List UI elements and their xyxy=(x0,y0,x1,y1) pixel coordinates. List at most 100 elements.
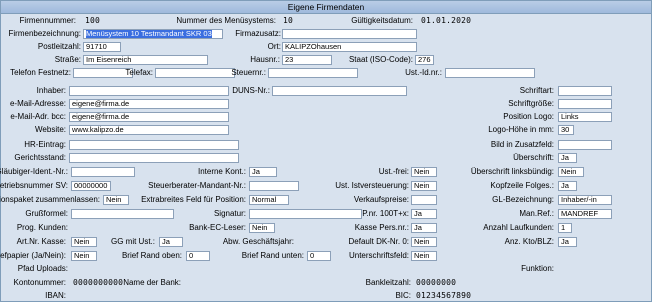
duns-field[interactable] xyxy=(272,86,407,96)
font-field[interactable] xyxy=(558,86,612,96)
gl-title-field[interactable]: Inhaber/-in xyxy=(558,195,612,205)
logo-position-field[interactable]: Links xyxy=(558,112,612,122)
margin-top-label: Brief Rand oben: xyxy=(121,251,182,260)
greeting-field[interactable] xyxy=(71,209,174,219)
house-number-label: Hausnr.: xyxy=(250,55,280,64)
company-data-window: Eigene Firmendaten Firmennummer: 100 Num… xyxy=(0,0,652,302)
hr-entry-field[interactable] xyxy=(69,140,239,150)
country-code-label: Staat (ISO-Code): xyxy=(348,55,413,64)
fax-field[interactable] xyxy=(155,68,235,78)
internal-account-field[interactable]: Ja xyxy=(249,167,277,177)
cash-personnel-field[interactable]: Ja xyxy=(411,223,437,233)
bank-name-label: Name der Bank: xyxy=(123,278,181,287)
man-ref-field[interactable]: MANDREF xyxy=(558,209,612,219)
heading-left-label: Überschrift linksbündig: xyxy=(470,167,554,176)
account-number-label: Kontonummer: xyxy=(13,278,66,287)
fiscal-year-label: Abw. Geschäftsjahr: xyxy=(222,237,294,246)
heading-left-field[interactable]: Nein xyxy=(558,167,584,177)
actual-taxation-field[interactable]: Nein xyxy=(411,181,437,191)
bank-ec-label: Bank-EC-Leser: xyxy=(189,223,246,232)
email-label: e-Mail-Adresse: xyxy=(9,99,66,108)
margin-top-field[interactable]: 0 xyxy=(186,251,210,261)
logo-position-label: Position Logo: xyxy=(503,112,554,121)
postcode-label: Postleitzahl: xyxy=(37,42,81,51)
phone-field[interactable] xyxy=(73,68,133,78)
company-number-sv-label: Betriebsnummer SV: xyxy=(0,181,68,190)
account-count-field[interactable]: Ja xyxy=(558,237,577,247)
margin-bottom-field[interactable]: 0 xyxy=(307,251,331,261)
creditor-id-field[interactable] xyxy=(71,167,135,177)
walk-in-customers-label: Anzahl Laufkunden: xyxy=(483,223,554,232)
email-bcc-field[interactable]: eigene@firma.de xyxy=(69,112,229,122)
creditor-id-label: Gläubiger-Ident.-Nr.: xyxy=(0,167,68,176)
house-number-field[interactable]: 23 xyxy=(282,55,332,65)
bank-ec-field[interactable]: Nein xyxy=(249,223,275,233)
action-package-field[interactable]: Nein xyxy=(103,195,129,205)
logo-height-label: Logo-Höhe in mm: xyxy=(488,125,554,134)
extra-wide-label: Extrabreites Feld für Position: xyxy=(141,195,246,204)
font-size-label: Schriftgröße: xyxy=(508,99,554,108)
company-addition-field[interactable] xyxy=(282,29,417,39)
owner-field[interactable] xyxy=(69,86,229,96)
extra-wide-field[interactable]: Normal xyxy=(249,195,289,205)
walk-in-customers-field[interactable]: 1 xyxy=(558,223,572,233)
website-field[interactable]: www.kalipzo.de xyxy=(69,125,229,135)
gg-vat-field[interactable]: Ja xyxy=(159,237,183,247)
company-name-field[interactable]: Menüsystem 10 Testmandant SKR 03 xyxy=(83,29,223,39)
street-label: Straße: xyxy=(54,55,81,64)
bank-code-label: Bankleitzahl: xyxy=(365,278,411,287)
heading-label: Überschrift: xyxy=(513,153,554,162)
cash-personnel-label: Kasse Pers.nr.: xyxy=(354,223,409,232)
gl-title-label: GL-Bezeichnung: xyxy=(492,195,554,204)
menu-system-label: Nummer des Menüsystems: xyxy=(176,16,276,25)
header-followup-label: Kopfzeile Folges.: xyxy=(490,181,554,190)
article-cash-field[interactable]: Nein xyxy=(71,237,97,247)
menu-system-value: 10 xyxy=(283,16,294,25)
hr-entry-label: HR-Eintrag: xyxy=(24,140,66,149)
image-addition-label: Bild in Zusatzfeld: xyxy=(490,140,554,149)
account-count-label: Anz. Kto/BLZ: xyxy=(504,237,554,246)
signature-field-label: Unterschriftsfeld: xyxy=(348,251,409,260)
postcode-field[interactable]: 91710 xyxy=(83,42,121,52)
tax-advisor-field[interactable] xyxy=(249,181,299,191)
company-number-sv-field[interactable]: 00000000 xyxy=(71,181,111,191)
company-name-label: Firmenbezeichnung: xyxy=(8,29,81,38)
city-label: Ort: xyxy=(267,42,281,51)
valid-date-label: Gültigkeitsdatum: xyxy=(351,16,413,25)
letterhead-field[interactable]: Nein xyxy=(71,251,97,261)
court-field[interactable] xyxy=(69,153,239,163)
sales-prices-field[interactable] xyxy=(411,195,437,205)
default-dk-field[interactable]: Nein xyxy=(411,237,437,247)
tax-number-field[interactable] xyxy=(268,68,358,78)
action-package-label: Aktionspaket zusammenlassen: xyxy=(0,195,100,204)
vat-free-label: Ust.-frei: xyxy=(378,167,409,176)
greeting-label: Grußformel: xyxy=(25,209,68,218)
court-label: Gerichtsstand: xyxy=(14,153,66,162)
margin-bottom-label: Brief Rand unten: xyxy=(241,251,304,260)
country-code-field[interactable]: 276 xyxy=(415,55,434,65)
fax-label: Telefax: xyxy=(125,68,153,77)
account-number-value: 0000000000 xyxy=(73,278,124,287)
iban-label: IBAN: xyxy=(45,291,66,300)
image-addition-field[interactable] xyxy=(558,140,612,150)
vat-id-label: Ust.-Id.nr.: xyxy=(405,68,442,77)
heading-field[interactable]: Ja xyxy=(558,153,577,163)
window-title: Eigene Firmendaten xyxy=(1,1,651,14)
font-size-field[interactable] xyxy=(558,99,612,109)
article-cash-label: Art.Nr. Kasse: xyxy=(16,237,66,246)
company-number-value: 100 xyxy=(85,16,101,25)
street-field[interactable]: Im Eisenreich xyxy=(83,55,208,65)
vat-free-field[interactable]: Nein xyxy=(411,167,437,177)
pnr-label: P.nr. 100T+x: xyxy=(362,209,409,218)
sales-prices-label: Verkaufspreise: xyxy=(353,195,409,204)
signature-field[interactable] xyxy=(249,209,362,219)
email-bcc-label: e-Mail-Adr. bcc: xyxy=(10,112,66,121)
header-followup-field[interactable]: Ja xyxy=(558,181,577,191)
city-field[interactable]: KALIPZOhausen xyxy=(282,42,417,52)
email-field[interactable]: eigene@firma.de xyxy=(69,99,229,109)
vat-id-field[interactable] xyxy=(445,68,535,78)
pnr-field[interactable]: Ja xyxy=(411,209,437,219)
bic-value: 01234567890 xyxy=(416,291,472,300)
logo-height-field[interactable]: 30 xyxy=(558,125,574,135)
signature-field-field[interactable]: Nein xyxy=(411,251,437,261)
